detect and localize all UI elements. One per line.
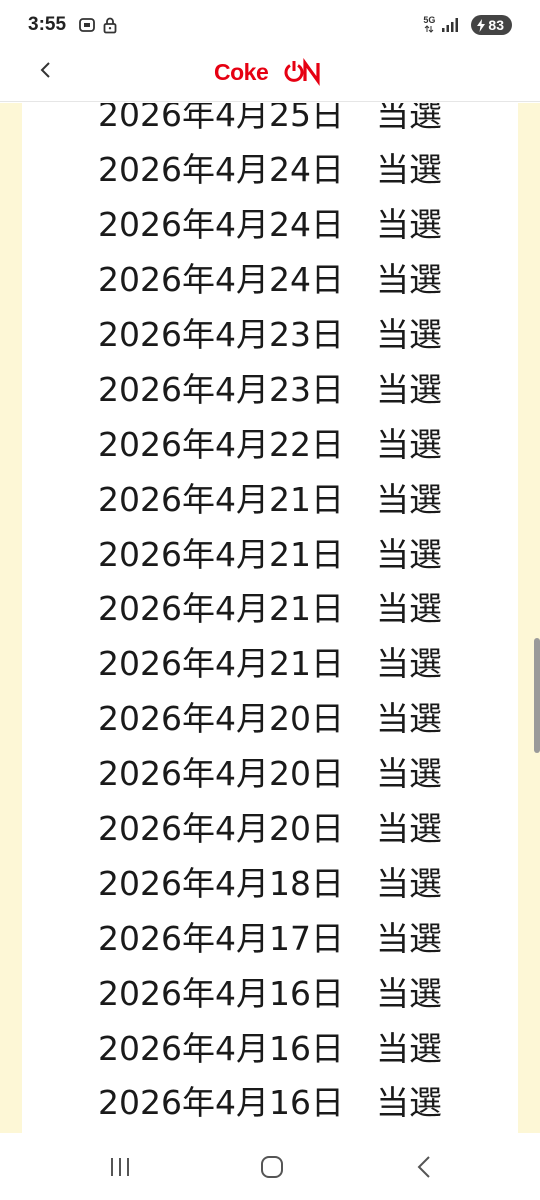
- entry-status: 当選: [376, 754, 442, 794]
- entry-status: 当選: [376, 424, 442, 464]
- battery-level: 83: [488, 17, 504, 33]
- entry-status: 当選: [376, 699, 442, 739]
- list-item: 2026年4月20日 当選: [22, 799, 518, 854]
- coke-on-logo: Coke: [214, 58, 328, 86]
- list-item: 2026年4月23日 当選: [22, 359, 518, 414]
- list-item: 2026年4月16日 当選: [22, 1073, 518, 1128]
- entry-status: 当選: [376, 809, 442, 849]
- lock-icon: [102, 16, 118, 34]
- entry-date: 2026年4月16日: [98, 1028, 344, 1068]
- network-type: 5G: [423, 15, 435, 35]
- recent-apps-button[interactable]: [100, 1151, 140, 1183]
- signal-icon: [441, 17, 459, 33]
- entry-status: 当選: [376, 315, 442, 354]
- entry-status: 当選: [376, 534, 442, 574]
- list-item: 2026年4月25日 当選: [22, 103, 518, 140]
- entry-date: 2026年4月21日: [98, 589, 344, 629]
- entry-status: 当選: [376, 863, 442, 903]
- entry-status: 当選: [376, 589, 442, 629]
- list-item: 2026年4月21日 当選: [22, 579, 518, 634]
- entry-status: 当選: [376, 260, 442, 300]
- nav-back-icon: [417, 1156, 430, 1178]
- entry-date: 2026年4月16日: [98, 973, 344, 1013]
- recent-apps-icon: [111, 1158, 129, 1176]
- history-panel[interactable]: 2026年4月25日 当選 2026年4月24日 当選 2026年4月24日 当選 2026…: [22, 103, 518, 1133]
- entry-status: 当選: [376, 103, 442, 135]
- home-icon: [261, 1156, 283, 1178]
- history-list: 2026年4月25日 当選 2026年4月24日 当選 2026年4月24日 当選 2026…: [22, 103, 518, 1128]
- entry-date: 2026年4月25日: [98, 103, 344, 135]
- system-nav-bar: [0, 1133, 540, 1200]
- list-item: 2026年4月24日 当選: [22, 195, 518, 250]
- entry-status: 当選: [376, 973, 442, 1013]
- content-area: 2026年4月25日 当選 2026年4月24日 当選 2026年4月24日 当選 2026…: [0, 103, 540, 1133]
- entry-status: 当選: [376, 1083, 442, 1123]
- entry-date: 2026年4月20日: [98, 754, 344, 794]
- entry-status: 当選: [376, 644, 442, 684]
- entry-date: 2026年4月24日: [98, 150, 344, 190]
- entry-date: 2026年4月22日: [98, 424, 344, 464]
- entry-date: 2026年4月24日: [98, 260, 344, 300]
- entry-status: 当選: [376, 479, 442, 519]
- entry-date: 2026年4月20日: [98, 699, 344, 739]
- list-item: 2026年4月22日 当選: [22, 414, 518, 469]
- entry-date: 2026年4月17日: [98, 918, 344, 958]
- entry-date: 2026年4月24日: [98, 205, 344, 245]
- entry-date: 2026年4月20日: [98, 809, 344, 849]
- entry-status: 当選: [376, 369, 442, 409]
- status-right: 5G 83: [423, 15, 512, 35]
- entry-date: 2026年4月16日: [98, 1083, 344, 1123]
- list-item: 2026年4月17日 当選: [22, 908, 518, 963]
- nav-back-button[interactable]: [404, 1151, 444, 1183]
- entry-date: 2026年4月23日: [98, 369, 344, 409]
- entry-status: 当選: [376, 1028, 442, 1068]
- entry-date: 2026年4月21日: [98, 479, 344, 519]
- status-time: 3:55: [28, 14, 67, 35]
- entry-status: 当選: [376, 918, 442, 958]
- list-item: 2026年4月24日 当選: [22, 250, 518, 305]
- entry-status: 当選: [376, 150, 442, 190]
- list-item: 2026年4月16日 当選: [22, 1018, 518, 1073]
- list-item: 2026年4月21日 当選: [22, 634, 518, 689]
- list-item: 2026年4月23日 当選: [22, 305, 518, 360]
- list-item: 2026年4月16日 当選: [22, 963, 518, 1018]
- entry-date: 2026年4月21日: [98, 644, 344, 684]
- list-item: 2026年4月20日 当選: [22, 744, 518, 799]
- list-item: 2026年4月24日 当選: [22, 140, 518, 195]
- list-item: 2026年4月20日 当選: [22, 689, 518, 744]
- entry-date: 2026年4月21日: [98, 534, 344, 574]
- list-item: 2026年4月21日 当選: [22, 469, 518, 524]
- back-button[interactable]: [30, 54, 62, 86]
- home-button[interactable]: [252, 1151, 292, 1183]
- app-header: Coke: [0, 40, 540, 102]
- list-item: 2026年4月18日 当選: [22, 853, 518, 908]
- battery-indicator: 83: [471, 15, 512, 35]
- entry-date: 2026年4月23日: [98, 315, 344, 354]
- entry-date: 2026年4月18日: [98, 863, 344, 903]
- chevron-left-icon: [40, 62, 50, 78]
- scrollbar-thumb[interactable]: [534, 638, 540, 753]
- charging-icon: [477, 18, 486, 32]
- svg-text:Coke: Coke: [214, 59, 268, 85]
- list-item: 2026年4月21日 当選: [22, 524, 518, 579]
- entry-status: 当選: [376, 205, 442, 245]
- screenshot-icon: [78, 16, 96, 34]
